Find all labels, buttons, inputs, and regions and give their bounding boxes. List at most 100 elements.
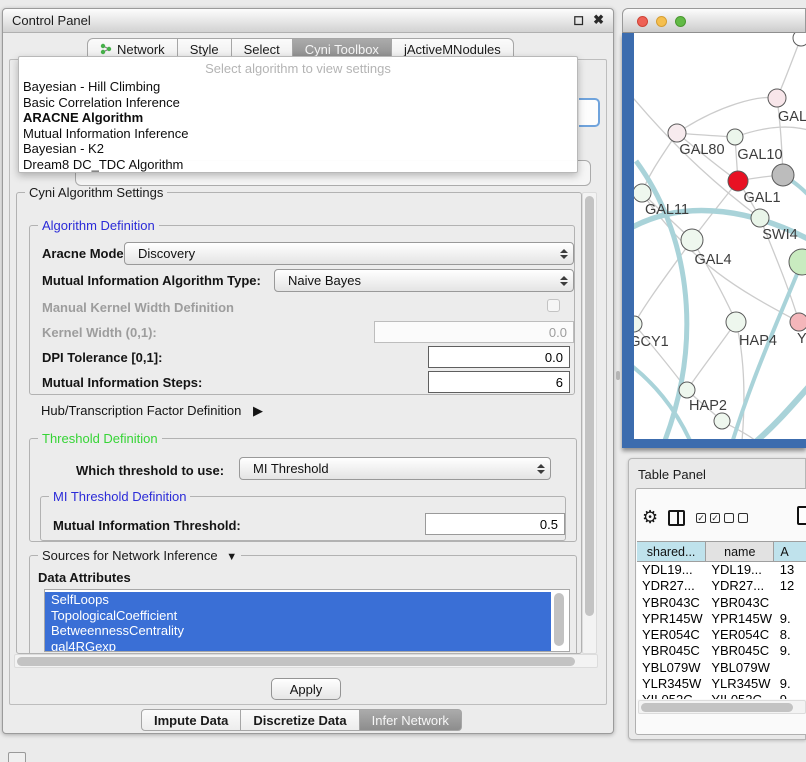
list-item[interactable]: TopologicalCoefficient: [45, 608, 551, 624]
node-gcy1[interactable]: [634, 316, 642, 332]
cell: YPR145W: [706, 611, 774, 627]
tab-cyni-toolbox-label: Cyni Toolbox: [305, 42, 379, 57]
network-canvas[interactable]: GAL GAL80 GAL10 GAL1 GAL11 SWI4 GAL4 GCY…: [634, 33, 806, 439]
select-all-columns-icon[interactable]: ✓ ✓: [696, 513, 720, 523]
list-scrollbar-thumb[interactable]: [554, 593, 564, 646]
node-top-partial[interactable]: [793, 33, 806, 46]
node-gal-pink[interactable]: [768, 89, 786, 107]
settings-vertical-scrollbar-thumb[interactable]: [585, 196, 594, 616]
column-header-shared-name[interactable]: shared...: [637, 542, 706, 561]
cyni-bottom-tabs: Impute Data Discretize Data Infer Networ…: [141, 709, 462, 731]
node-pink-right[interactable]: [790, 313, 806, 331]
node-gal11[interactable]: [634, 184, 651, 202]
node-bottom-partial[interactable]: [714, 413, 730, 429]
dpi-tolerance-field[interactable]: 0.0: [428, 346, 570, 368]
mi-type-label: Mutual Information Algorithm Type:: [42, 273, 261, 288]
node-gal80[interactable]: [668, 124, 686, 142]
node-label: Y: [797, 331, 806, 347]
algorithm-option-selected[interactable]: ARACNE Algorithm: [19, 110, 577, 126]
settings-vertical-scrollbar[interactable]: [582, 192, 597, 654]
mi-type-value: Naive Bayes: [288, 273, 361, 288]
algorithm-option[interactable]: Bayesian - Hill Climbing: [19, 79, 577, 95]
cell: YDR27...: [706, 578, 774, 594]
table-row[interactable]: YBR045CYBR045C9.: [637, 643, 806, 659]
focused-combo-fragment: [579, 98, 600, 127]
aracne-mode-select[interactable]: Discovery: [124, 242, 574, 265]
table-row[interactable]: YPR145WYPR145W9.: [637, 611, 806, 627]
table-horizontal-scrollbar[interactable]: [638, 700, 806, 714]
node-gal10[interactable]: [727, 129, 743, 145]
node-hap2[interactable]: [679, 382, 695, 398]
table-row[interactable]: YLR345WYLR345W9.: [637, 676, 806, 692]
sources-group-title[interactable]: Sources for Network Inference ▼: [38, 548, 241, 563]
panel-divider-handle[interactable]: [616, 371, 620, 380]
algorithm-option[interactable]: Mutual Information Inference: [19, 126, 577, 142]
close-window-icon[interactable]: ✖: [593, 12, 604, 28]
tab-infer-network[interactable]: Infer Network: [360, 709, 462, 731]
spinner-arrows-icon: [560, 249, 568, 259]
node-big-green[interactable]: [789, 249, 806, 275]
float-window-icon[interactable]: ◻: [573, 12, 584, 28]
table-body: YDL19...YDL19...13 YDR27...YDR27...12 YB…: [637, 562, 806, 699]
algorithm-option[interactable]: Basic Correlation Inference: [19, 95, 577, 111]
which-threshold-label: Which threshold to use:: [76, 463, 224, 478]
table-row[interactable]: YDR27...YDR27...12: [637, 578, 806, 594]
spinner-arrows-icon: [560, 276, 568, 286]
checked-box-icon: ✓: [696, 513, 706, 523]
tab-discretize-data[interactable]: Discretize Data: [241, 709, 359, 731]
cell: [775, 595, 806, 611]
settings-horizontal-scrollbar[interactable]: [14, 654, 598, 668]
tab-impute-data[interactable]: Impute Data: [141, 709, 241, 731]
column-header-name[interactable]: name: [706, 542, 774, 561]
columns-icon[interactable]: [668, 510, 685, 526]
cell: YDL19...: [637, 562, 706, 578]
column-header-partial[interactable]: A: [774, 542, 806, 561]
list-item[interactable]: BetweennessCentrality: [45, 623, 551, 639]
control-panel-title: Control Panel: [12, 13, 91, 28]
node-gray[interactable]: [772, 164, 794, 186]
collapsed-panel-icon[interactable]: [8, 752, 26, 762]
node-gal1-red[interactable]: [728, 171, 748, 191]
algorithm-definition-group: Algorithm Definition Aracne Mode: Discov…: [29, 225, 575, 395]
list-item[interactable]: SelfLoops: [45, 592, 551, 608]
collapse-triangle-icon: ▼: [226, 551, 237, 563]
zoom-traffic-light-icon[interactable]: [675, 16, 686, 27]
table-row[interactable]: YIL052CYIL052C9: [637, 692, 806, 699]
close-traffic-light-icon[interactable]: [637, 16, 648, 27]
cell: 12: [775, 578, 806, 594]
table-row[interactable]: YBR043CYBR043C: [637, 595, 806, 611]
node-gal4[interactable]: [681, 229, 703, 251]
node-swi4[interactable]: [751, 209, 769, 227]
node-hap4[interactable]: [726, 312, 746, 332]
manual-kernel-checkbox[interactable]: [547, 299, 560, 312]
settings-horizontal-scrollbar-thumb[interactable]: [17, 657, 575, 666]
table-row[interactable]: YER054CYER054C8.: [637, 627, 806, 643]
gear-icon[interactable]: ⚙: [642, 507, 658, 528]
algorithm-option[interactable]: Bayesian - K2: [19, 141, 577, 157]
cell: 9.: [775, 611, 806, 627]
mi-steps-field[interactable]: 6: [428, 371, 570, 393]
minimize-traffic-light-icon[interactable]: [656, 16, 667, 27]
which-threshold-select[interactable]: MI Threshold: [239, 457, 551, 480]
mi-threshold-field[interactable]: 0.5: [425, 513, 565, 535]
mi-type-select[interactable]: Naive Bayes: [274, 269, 574, 292]
algorithm-option[interactable]: Dream8 DC_TDC Algorithm: [19, 157, 577, 173]
network-tab-icon: [100, 43, 112, 55]
cell: [775, 660, 806, 676]
data-attributes-list[interactable]: SelfLoops TopologicalCoefficient Between…: [44, 589, 570, 652]
node-label: GCY1: [634, 334, 669, 350]
cell: YPR145W: [637, 611, 706, 627]
hub-section-header[interactable]: Hub/Transcription Factor Definition ▶: [41, 403, 263, 419]
cell: YLR345W: [637, 676, 706, 692]
aracne-mode-value: Discovery: [138, 246, 195, 261]
deselect-all-columns-icon[interactable]: [724, 513, 748, 523]
table-horizontal-scrollbar-thumb[interactable]: [641, 703, 793, 712]
kernel-width-field[interactable]: 0.0: [374, 321, 574, 343]
table-row[interactable]: YBL079WYBL079W: [637, 660, 806, 676]
table-row[interactable]: YDL19...YDL19...13: [637, 562, 806, 578]
apply-button[interactable]: Apply: [271, 678, 341, 700]
list-item[interactable]: gal4RGexp: [45, 639, 551, 653]
tab-impute-data-label: Impute Data: [154, 713, 228, 728]
document-icon[interactable]: [797, 506, 806, 525]
cell: YER054C: [637, 627, 706, 643]
